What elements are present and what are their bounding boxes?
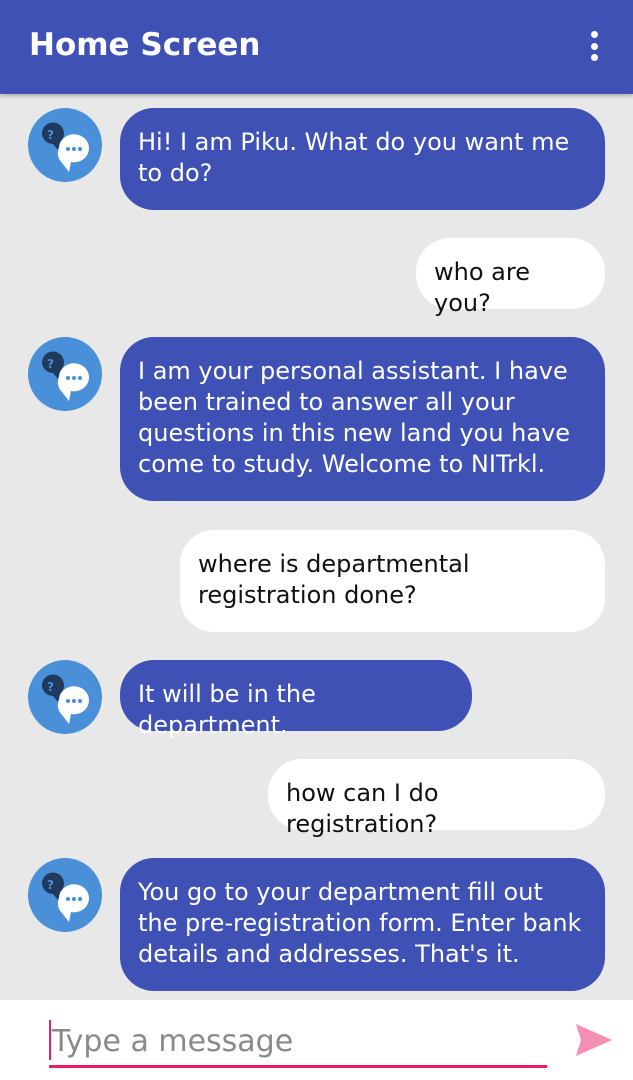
bot-message: It will be in the department. <box>120 660 472 739</box>
svg-text:?: ? <box>47 357 54 371</box>
bot-message: Hi! I am Piku. What do you want me to do… <box>120 108 605 210</box>
menu-dot <box>590 31 598 38</box>
chat-list[interactable]: ? Hi! I am Piku. What do you want me to … <box>0 94 633 1000</box>
menu-dot <box>590 42 598 50</box>
svg-text:?: ? <box>47 680 54 694</box>
user-message: how can I do registration? <box>268 759 605 838</box>
bot-avatar-icon: ? <box>28 660 102 734</box>
user-message: where is departmental registration done? <box>180 530 605 632</box>
bot-message: I am your personal assistant. I have bee… <box>120 337 605 501</box>
svg-text:?: ? <box>47 128 54 142</box>
bot-message: You go to your department fill out the p… <box>120 858 605 991</box>
app-bar: Home Screen <box>0 0 633 94</box>
message-input-placeholder: Type a message <box>52 1024 294 1059</box>
message-input[interactable]: Type a message <box>49 1016 547 1068</box>
page-title: Home Screen <box>29 27 261 63</box>
text-cursor <box>49 1020 51 1060</box>
bot-avatar-icon: ? <box>28 858 102 932</box>
user-message: who are you? <box>416 238 605 317</box>
bot-avatar-icon: ? <box>28 108 102 182</box>
svg-text:?: ? <box>47 878 54 892</box>
bot-avatar-icon: ? <box>28 337 102 411</box>
menu-dot <box>590 54 598 61</box>
send-icon[interactable] <box>574 1020 614 1060</box>
input-underline <box>49 1065 547 1068</box>
more-vert-icon[interactable] <box>582 28 606 64</box>
message-composer: Type a message <box>0 1000 633 1080</box>
